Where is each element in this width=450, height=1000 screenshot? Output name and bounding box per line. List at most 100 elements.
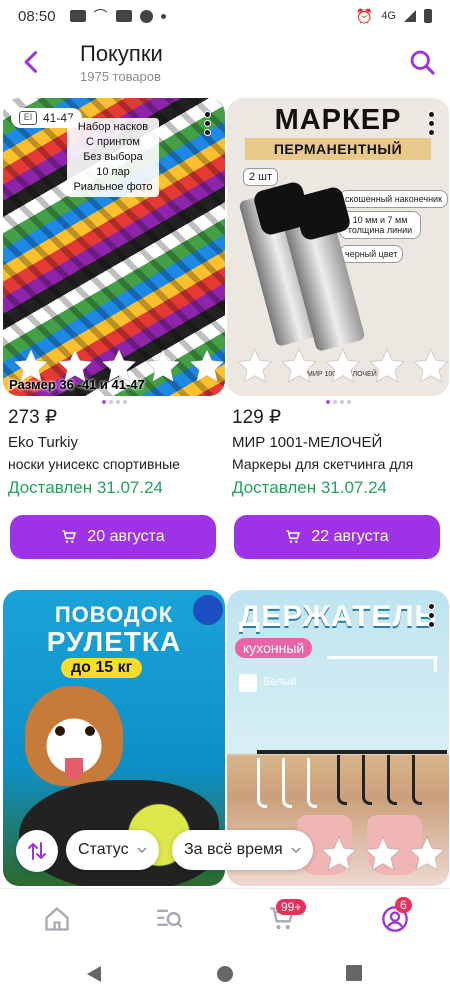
hook <box>387 755 397 805</box>
feature-pill: 10 мм и 7 мм толщина линии <box>339 211 421 239</box>
filter-bar: Статус За всё время <box>0 828 450 872</box>
signal-icon <box>404 10 416 22</box>
note-line: 10 пар <box>96 166 130 178</box>
pack-size: 2 шт <box>243 168 279 186</box>
more-options-icon[interactable] <box>205 112 211 135</box>
feature-pill: скошенный наконечник <box>339 190 449 208</box>
period-filter[interactable]: За всё время <box>172 830 313 870</box>
system-navigation <box>0 946 450 1000</box>
product-image-socks[interactable]: EI 41-47 Набор насков С принтом Без выбо… <box>3 98 225 396</box>
battery-icon <box>424 9 432 23</box>
clock: 08:50 <box>18 7 56 25</box>
delivery-date: 20 августа <box>87 528 165 545</box>
image-note: Набор насков С принтом Без выбора 10 пар… <box>67 118 159 197</box>
arc-icon: ⌒ <box>93 8 108 24</box>
dot-icon <box>160 13 166 19</box>
chevron-down-icon <box>291 847 301 854</box>
color-swatch <box>239 674 257 692</box>
image-title: ПОВОДОК <box>54 602 174 627</box>
note-line: Набор насков <box>77 121 149 133</box>
star-icon[interactable] <box>235 346 275 386</box>
star-icon[interactable] <box>187 346 225 386</box>
star-icon[interactable] <box>279 346 319 386</box>
star-icon[interactable] <box>367 346 407 386</box>
status-filter[interactable]: Статус <box>66 830 159 870</box>
hook <box>362 755 372 805</box>
sort-button[interactable] <box>16 830 58 872</box>
add-to-cart-button[interactable]: 22 августа <box>234 515 440 559</box>
image-tag: до 15 кг <box>61 658 143 678</box>
system-icons: ⏰ 4G <box>356 8 432 25</box>
star-icon[interactable] <box>411 346 449 386</box>
youtube-icon <box>115 10 132 22</box>
status-filter-label: Статус <box>78 841 129 858</box>
cart-icon <box>286 530 301 543</box>
dog-tongue <box>65 758 83 780</box>
chevron-down-icon <box>137 847 147 854</box>
brand: Eko Turkiy <box>8 434 79 451</box>
delivery-date: 22 августа <box>311 528 389 545</box>
product-name[interactable]: Маркеры для скетчинга для <box>232 456 437 472</box>
message-icon <box>69 10 86 22</box>
size-icon: EI <box>19 111 37 125</box>
note-line: Риальное фото <box>73 181 153 193</box>
hook <box>337 755 347 805</box>
catalog-search-icon[interactable] <box>155 905 183 933</box>
period-filter-label: За всё время <box>184 841 283 858</box>
delivery-status: Доставлен 31.07.24 <box>232 478 388 497</box>
status-bar: 08:50 ⌒ ⏰ 4G <box>0 0 450 32</box>
dog-eye <box>55 726 65 736</box>
star-icon[interactable] <box>11 346 51 386</box>
bottom-navigation: 99+ 6 <box>0 888 450 946</box>
alarm-icon: ⏰ <box>355 7 374 24</box>
items-count: 1975 товаров <box>80 69 161 84</box>
hook <box>282 758 292 808</box>
page-title: Покупки <box>80 41 163 66</box>
dog-eye <box>85 726 95 736</box>
feature-pill: черный цвет <box>339 245 404 263</box>
hook <box>257 758 267 808</box>
search-icon[interactable] <box>408 48 436 76</box>
image-tag: кухонный <box>235 638 313 658</box>
image-pager <box>227 400 449 404</box>
delivery-status: Доставлен 31.07.24 <box>8 478 164 497</box>
note-line: С принтом <box>86 136 140 148</box>
price: 273 ₽ <box>8 407 58 428</box>
cart-badge: 99+ <box>276 899 307 915</box>
image-title: РУЛЕТКА <box>46 626 182 657</box>
home-circle-icon[interactable] <box>216 965 234 983</box>
product-name[interactable]: носки унисекс спортивные <box>8 456 213 472</box>
star-icon[interactable] <box>143 346 183 386</box>
image-pager <box>3 400 225 404</box>
star-icon[interactable] <box>323 346 363 386</box>
app-header: Покупки 1975 товаров <box>0 32 450 92</box>
back-arrow-icon[interactable] <box>18 48 46 76</box>
home-icon[interactable] <box>43 905 71 933</box>
note-line: Без выбора <box>83 151 143 163</box>
rating-stars[interactable] <box>235 346 449 386</box>
recents-square-icon[interactable] <box>346 965 362 981</box>
sort-arrows-icon <box>28 842 46 860</box>
profile-badge: 6 <box>395 897 412 913</box>
more-options-icon[interactable] <box>429 604 435 627</box>
star-icon[interactable] <box>55 346 95 386</box>
back-triangle-icon[interactable] <box>86 965 102 983</box>
cart-icon <box>62 530 77 543</box>
color-label: Белый <box>263 676 297 688</box>
pinterest-icon <box>139 9 153 23</box>
hook <box>412 755 422 805</box>
image-title: МАРКЕР <box>274 104 402 136</box>
rack <box>327 656 437 672</box>
image-title: ДЕРЖАТЕЛЬ <box>238 600 438 633</box>
price: 129 ₽ <box>232 407 282 428</box>
add-to-cart-button[interactable]: 20 августа <box>10 515 216 559</box>
rating-stars[interactable] <box>11 346 225 386</box>
brand: МИР 1001-МЕЛОЧЕЙ <box>232 434 383 451</box>
more-options-icon[interactable] <box>429 112 435 135</box>
hook <box>307 758 317 808</box>
star-icon[interactable] <box>99 346 139 386</box>
image-subtitle: ПЕРМАНЕНТНЫЙ <box>245 138 431 160</box>
network-label: 4G <box>381 10 396 22</box>
product-image-marker[interactable]: МАРКЕР ПЕРМАНЕНТНЫЙ 2 шт скошенный након… <box>227 98 449 396</box>
notification-icons: ⌒ <box>69 6 166 26</box>
